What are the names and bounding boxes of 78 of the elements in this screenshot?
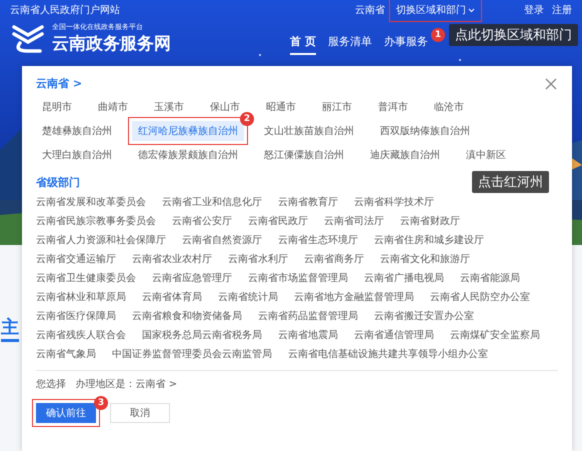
register-link[interactable]: 注册 <box>552 3 572 17</box>
department-option[interactable]: 云南省交通运输厅 <box>36 253 116 267</box>
nav-tab[interactable]: 办事服务 <box>384 34 428 55</box>
region-breadcrumb[interactable]: 云南省 > <box>36 76 82 91</box>
caret-icon <box>468 8 475 12</box>
department-option[interactable]: 云南省民族宗教事务委员会 <box>36 215 156 229</box>
department-option[interactable]: 云南省通信管理局 <box>354 329 434 343</box>
department-option[interactable]: 云南省广播电视局 <box>364 272 444 286</box>
city-option[interactable]: 楚雄彝族自治州 <box>36 121 118 141</box>
department-option[interactable]: 云南省自然资源厅 <box>182 234 262 248</box>
department-option[interactable]: 云南省人力资源和社会保障厅 <box>36 234 166 248</box>
department-option[interactable]: 云南省药品监督管理局 <box>258 310 358 324</box>
department-option[interactable]: 云南省发展和改革委员会 <box>36 196 146 210</box>
department-option[interactable]: 云南省文化和旅游厅 <box>380 253 470 267</box>
city-option[interactable]: 玉溪市 <box>148 97 190 117</box>
department-option[interactable]: 中国证券监督管理委员会云南监管局 <box>112 348 272 362</box>
nav-tab[interactable]: 首 页 <box>290 34 316 55</box>
department-option[interactable]: 云南省住房和城乡建设厅 <box>374 234 484 248</box>
department-option[interactable]: 云南省林业和草原局 <box>36 291 126 305</box>
confirm-button[interactable]: 确认前往 <box>36 403 96 423</box>
department-option[interactable]: 云南省气象局 <box>36 348 96 362</box>
department-option[interactable]: 云南省电信基础设施共建共享领导小组办公室 <box>288 348 488 362</box>
switch-region-button[interactable]: 切换区域和部门 <box>393 2 478 18</box>
city-option[interactable]: 文山壮族苗族自治州 <box>258 121 360 141</box>
department-option[interactable]: 云南省医疗保障局 <box>36 310 116 324</box>
department-option[interactable]: 云南省司法厅 <box>324 215 384 229</box>
logo-icon <box>10 22 46 54</box>
department-option[interactable]: 云南省卫生健康委员会 <box>36 272 136 286</box>
city-option[interactable]: 怒江傈僳族自治州 <box>258 145 350 165</box>
department-option[interactable]: 云南省财政厅 <box>400 215 460 229</box>
department-option[interactable]: 云南省商务厅 <box>304 253 364 267</box>
department-option[interactable]: 云南省民政厅 <box>248 215 308 229</box>
department-option[interactable]: 云南省农业农村厅 <box>132 253 212 267</box>
department-option[interactable]: 云南省地震局 <box>278 329 338 343</box>
callout-tooltip: 点击红河州 <box>472 171 549 193</box>
department-option[interactable]: 云南省科学技术厅 <box>354 196 434 210</box>
department-option[interactable]: 云南省工业和信息化厅 <box>162 196 262 210</box>
department-option[interactable]: 云南省应急管理厅 <box>152 272 232 286</box>
site-name: 云南政务服务网 <box>52 33 171 55</box>
department-option[interactable]: 云南省粮食和物资储备局 <box>132 310 242 324</box>
city-option[interactable]: 丽江市 <box>316 97 358 117</box>
city-option[interactable]: 德宏傣族景颇族自治州 <box>132 145 244 165</box>
login-link[interactable]: 登录 <box>524 3 544 17</box>
department-option[interactable]: 云南省人民防空办公室 <box>430 291 530 305</box>
department-option[interactable]: 云南省残疾人联合会 <box>36 329 126 343</box>
city-option[interactable]: 普洱市 <box>372 97 414 117</box>
department-option[interactable]: 云南省市场监督管理局 <box>248 272 348 286</box>
city-option[interactable]: 迪庆藏族自治州 <box>364 145 446 165</box>
department-option[interactable]: 云南省教育厅 <box>278 196 338 210</box>
department-option[interactable]: 云南省生态环境厅 <box>278 234 358 248</box>
current-region: 云南省 <box>355 4 385 17</box>
close-icon[interactable] <box>544 76 558 90</box>
section-heading: 主 <box>1 315 19 342</box>
city-option[interactable]: 昆明市 <box>36 97 78 117</box>
department-option[interactable]: 云南省统计局 <box>218 291 278 305</box>
selection-summary: 您选择 办理地区是：云南省 > <box>36 378 178 391</box>
callout-tooltip: 点此切换区域和部门 <box>449 24 578 46</box>
department-option[interactable]: 云南省体育局 <box>142 291 202 305</box>
city-option[interactable]: 红河哈尼族彝族自治州 <box>132 121 244 141</box>
city-option[interactable]: 大理白族自治州 <box>36 145 118 165</box>
highlight-frame <box>32 399 100 427</box>
department-option[interactable]: 云南省水利厅 <box>228 253 288 267</box>
department-option[interactable]: 云南省搬迁安置办公室 <box>374 310 474 324</box>
step-badge: 2 <box>240 112 254 126</box>
city-option[interactable]: 曲靖市 <box>92 97 134 117</box>
department-option[interactable]: 云南省公安厅 <box>172 215 232 229</box>
department-option[interactable]: 国家税务总局云南省税务局 <box>142 329 262 343</box>
department-heading: 省级部门 <box>36 175 80 190</box>
step-badge: 3 <box>94 396 108 410</box>
department-option[interactable]: 云南省能源局 <box>460 272 520 286</box>
cancel-button[interactable]: 取消 <box>110 403 170 423</box>
nav-tab[interactable]: 服务清单 <box>328 34 372 55</box>
department-option[interactable]: 云南煤矿安全监察局 <box>450 329 540 343</box>
department-option[interactable]: 云南省地方金融监督管理局 <box>294 291 414 305</box>
city-option[interactable]: 西双版纳傣族自治州 <box>374 121 476 141</box>
city-option[interactable]: 昭通市 <box>260 97 302 117</box>
city-option[interactable]: 滇中新区 <box>460 145 512 165</box>
city-option[interactable]: 临沧市 <box>428 97 470 117</box>
